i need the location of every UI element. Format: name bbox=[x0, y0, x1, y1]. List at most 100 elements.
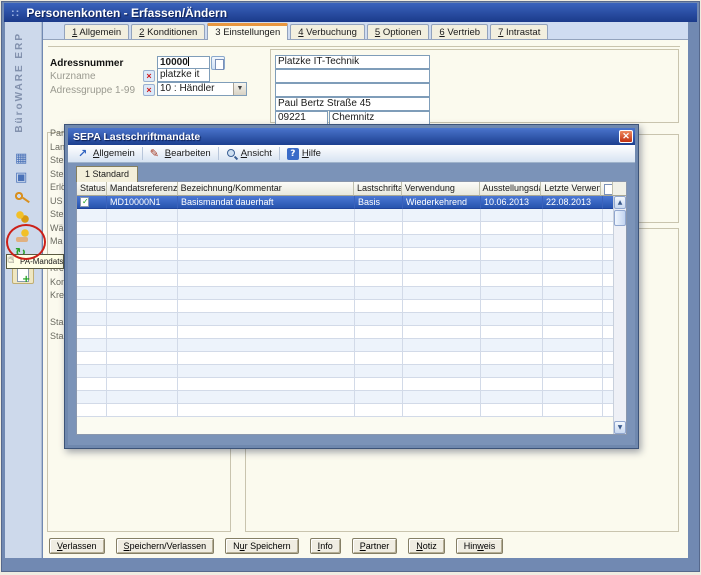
combo-dropdown-icon[interactable]: ▼ bbox=[233, 83, 246, 95]
footer-button-partner[interactable]: Partner bbox=[352, 538, 398, 554]
column-header-verwendung[interactable]: Verwendung bbox=[402, 182, 480, 196]
table-row[interactable] bbox=[77, 235, 626, 248]
footer-button-notiz[interactable]: Notiz bbox=[408, 538, 445, 554]
table-row[interactable] bbox=[77, 274, 626, 287]
kurzname-input[interactable]: platzke it bbox=[157, 68, 210, 82]
main-tab-7[interactable]: 7 Intrastat bbox=[490, 24, 548, 39]
table-row[interactable] bbox=[77, 222, 626, 235]
adressgruppe-clear-icon[interactable]: × bbox=[143, 84, 155, 96]
table-row[interactable] bbox=[77, 248, 626, 261]
menu-item-bearbeiten[interactable]: Bearbeiten bbox=[144, 147, 217, 161]
name3-input[interactable] bbox=[275, 83, 430, 97]
table-row[interactable] bbox=[77, 378, 626, 391]
table-row[interactable] bbox=[77, 391, 626, 404]
table-row[interactable] bbox=[77, 261, 626, 274]
menu-item-hilfe[interactable]: Hilfe bbox=[281, 147, 327, 161]
table-row[interactable] bbox=[77, 287, 626, 300]
table-cell bbox=[481, 274, 543, 287]
table-cell: 10.06.2013 bbox=[481, 196, 543, 209]
table-row-selected[interactable]: MD10000N1Basismandat dauerhaftBasisWiede… bbox=[77, 196, 626, 209]
close-icon[interactable]: ✕ bbox=[619, 130, 633, 143]
footer-button-verlassen[interactable]: Verlassen bbox=[49, 538, 105, 554]
scrollbar-corner bbox=[613, 182, 626, 196]
scrollbar-thumb[interactable] bbox=[614, 210, 626, 226]
table-cell bbox=[107, 352, 178, 365]
column-header-document-icon[interactable] bbox=[601, 182, 613, 196]
kurzname-clear-icon[interactable]: × bbox=[143, 70, 155, 82]
sidebar-button-export-table-icon[interactable] bbox=[12, 151, 34, 170]
street-input[interactable]: Paul Bertz Straße 45 bbox=[275, 97, 430, 111]
table-cell bbox=[481, 365, 543, 378]
zip-input[interactable]: 09221 bbox=[275, 111, 328, 125]
sidebar-button-key-icon[interactable] bbox=[12, 189, 34, 208]
name2-input[interactable] bbox=[275, 69, 430, 83]
scroll-down-icon[interactable]: ▼ bbox=[614, 421, 626, 434]
menu-item-ansicht[interactable]: Ansicht bbox=[220, 147, 278, 161]
table-row[interactable] bbox=[77, 326, 626, 339]
table-cell bbox=[481, 209, 543, 222]
adressgruppe-combo[interactable]: 10 : Händler ▼ bbox=[157, 82, 247, 96]
table-cell bbox=[355, 274, 403, 287]
status-cell bbox=[77, 300, 107, 313]
column-header-ausstellungsdatum[interactable]: Ausstellungsdatum bbox=[480, 182, 542, 196]
footer-button-info[interactable]: Info bbox=[310, 538, 341, 554]
main-tab-1[interactable]: 1 Allgemein bbox=[64, 24, 129, 39]
main-tab-4[interactable]: 4 Verbuchung bbox=[290, 24, 365, 39]
footer-button-hinweis[interactable]: Hinweis bbox=[456, 538, 504, 554]
name1-input[interactable]: Platzke IT-Technik bbox=[275, 55, 430, 69]
table-cell bbox=[107, 287, 178, 300]
table-cell bbox=[543, 261, 603, 274]
footer-button-nur-speichern[interactable]: Nur Speichern bbox=[225, 538, 299, 554]
menu-item-allgemein[interactable]: Allgemein bbox=[72, 147, 141, 161]
main-tab-2[interactable]: 2 Konditionen bbox=[131, 24, 205, 39]
table-cell bbox=[543, 222, 603, 235]
table-cell: MD10000N1 bbox=[107, 196, 178, 209]
table-row[interactable] bbox=[77, 352, 626, 365]
table-cell bbox=[355, 352, 403, 365]
table-cell bbox=[355, 261, 403, 274]
table-cell bbox=[178, 352, 355, 365]
table-row[interactable] bbox=[77, 365, 626, 378]
table-cell bbox=[178, 274, 355, 287]
column-header-lastschriftart[interactable]: Lastschriftart bbox=[354, 182, 402, 196]
table-cell bbox=[403, 313, 481, 326]
column-header-bezeichnung-kommentar[interactable]: Bezeichnung/Kommentar bbox=[178, 182, 354, 196]
dialog-titlebar: SEPA Lastschriftmandate ✕ bbox=[68, 128, 635, 145]
table-row[interactable] bbox=[77, 313, 626, 326]
adressnummer-lookup-button[interactable] bbox=[211, 56, 225, 70]
city-input[interactable]: Chemnitz bbox=[329, 111, 430, 125]
column-header-status[interactable]: Status bbox=[77, 182, 107, 196]
scroll-up-icon[interactable]: ▲ bbox=[614, 196, 626, 209]
table-cell bbox=[355, 339, 403, 352]
table-cell bbox=[481, 287, 543, 300]
table-cell bbox=[403, 287, 481, 300]
footer-button-speichern-verlassen[interactable]: Speichern/Verlassen bbox=[116, 538, 215, 554]
main-tab-5[interactable]: 5 Optionen bbox=[367, 24, 430, 39]
menu-separator bbox=[279, 147, 280, 160]
table-cell bbox=[355, 404, 403, 417]
table-cell bbox=[178, 261, 355, 274]
table-row[interactable] bbox=[77, 339, 626, 352]
table-cell bbox=[543, 404, 603, 417]
table-row[interactable] bbox=[77, 300, 626, 313]
table-cell bbox=[543, 365, 603, 378]
table-cell bbox=[178, 235, 355, 248]
table-cell bbox=[543, 287, 603, 300]
footer-button-bar: Verlassen Speichern/Verlassen Nur Speicher… bbox=[49, 538, 503, 554]
table-cell bbox=[178, 339, 355, 352]
table-row[interactable] bbox=[77, 404, 626, 417]
column-header-letzte-verwendung[interactable]: Letzte Verwendung bbox=[541, 182, 601, 196]
view-icon bbox=[226, 148, 238, 160]
highlight-ellipse-annotation bbox=[6, 224, 46, 260]
main-tab-3[interactable]: 3 Einstellungen bbox=[207, 23, 288, 40]
vertical-scrollbar[interactable]: ▲ ▼ bbox=[613, 196, 626, 434]
dialog-tab-standard[interactable]: 1 Standard bbox=[76, 166, 138, 182]
table-row[interactable] bbox=[77, 209, 626, 222]
table-cell bbox=[355, 365, 403, 378]
main-tab-6[interactable]: 6 Vertrieb bbox=[431, 24, 488, 39]
table-cell bbox=[543, 300, 603, 313]
currency-accounts-icon bbox=[15, 210, 31, 225]
sidebar-button-window-icon[interactable] bbox=[12, 170, 34, 189]
column-header-mandatsreferenz[interactable]: Mandatsreferenz bbox=[107, 182, 178, 196]
table-cell bbox=[543, 274, 603, 287]
